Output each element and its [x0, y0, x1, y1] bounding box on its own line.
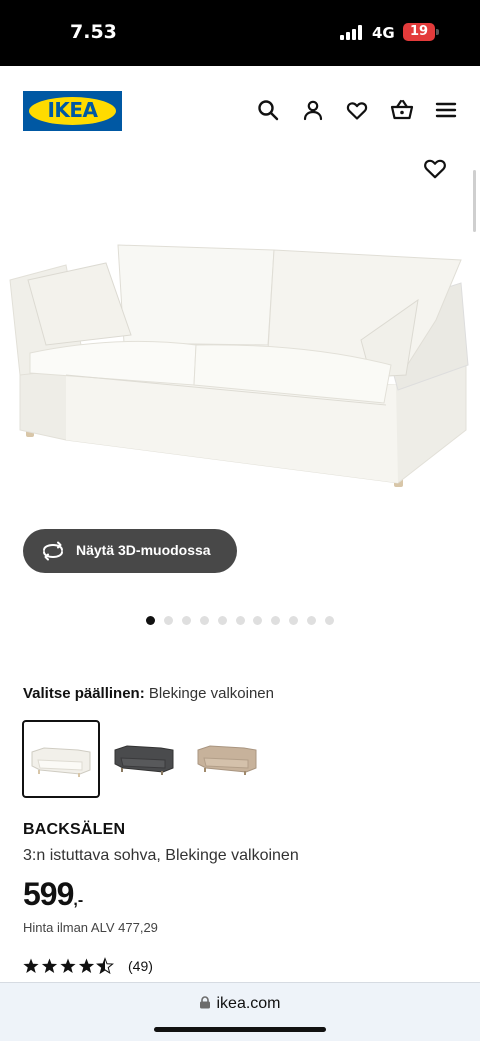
battery-icon: 19	[403, 23, 435, 41]
heart-icon[interactable]	[345, 98, 369, 122]
signal-icon	[340, 25, 364, 40]
price-value: 599	[23, 876, 74, 912]
product-image[interactable]	[6, 225, 474, 495]
view-3d-button[interactable]: Näytä 3D-muodossa	[23, 529, 237, 573]
search-icon[interactable]	[256, 98, 280, 122]
menu-icon[interactable]	[434, 98, 458, 122]
url-text: ikea.com	[216, 995, 281, 1012]
cover-swatch[interactable]	[107, 720, 185, 798]
price-excl-vat: Hinta ilman ALV 477,29	[23, 920, 158, 935]
browser-bar: ikea.com	[0, 982, 480, 1041]
price-suffix: ,-	[73, 892, 84, 909]
product-description: 3:n istuttava sohva, Blekinge valkoinen	[23, 847, 299, 864]
status-time: 7.53	[70, 21, 117, 43]
wishlist-heart-icon[interactable]	[422, 155, 448, 181]
gallery-dot[interactable]	[235, 616, 245, 625]
home-indicator[interactable]	[154, 1027, 326, 1032]
logo-text: IKEA	[47, 98, 98, 122]
battery-cap	[436, 29, 439, 35]
product-price: 599,-	[23, 876, 83, 913]
network-type: 4G	[372, 24, 395, 42]
gallery-dot[interactable]	[271, 616, 281, 625]
gallery-dot[interactable]	[217, 616, 227, 625]
cover-label: Valitse päällinen:	[23, 685, 145, 702]
rotate-3d-icon	[43, 541, 63, 561]
gallery-dot[interactable]	[181, 616, 191, 625]
review-count[interactable]: (49)	[128, 958, 153, 974]
cover-swatch[interactable]	[22, 720, 100, 798]
basket-icon[interactable]	[390, 98, 414, 122]
lock-icon	[200, 996, 211, 1009]
gallery-scrollbar[interactable]	[473, 170, 476, 232]
star-icon	[41, 958, 58, 973]
rating-stars	[23, 957, 114, 975]
star-icon	[78, 958, 95, 973]
gallery-dot[interactable]	[325, 616, 334, 625]
cover-swatch[interactable]	[190, 720, 268, 798]
gallery-dot[interactable]	[307, 616, 317, 625]
gallery-dot[interactable]	[253, 616, 263, 625]
account-icon[interactable]	[301, 98, 325, 122]
product-name[interactable]: BACKSÄLEN	[23, 821, 125, 839]
gallery-dot[interactable]	[289, 616, 299, 625]
ikea-logo[interactable]: IKEA	[23, 91, 122, 131]
cover-selection: Valitse päällinen: Blekinge valkoinen	[23, 685, 274, 702]
gallery-dot[interactable]	[163, 616, 173, 625]
gallery-dot[interactable]	[199, 616, 209, 625]
star-icon	[23, 958, 39, 973]
star-icon	[60, 958, 76, 973]
status-bar: 7.53 4G 19	[0, 0, 480, 66]
cover-value: Blekinge valkoinen	[148, 685, 274, 702]
gallery-dot[interactable]	[146, 616, 155, 625]
view-3d-label: Näytä 3D-muodossa	[76, 542, 211, 558]
url-bar[interactable]: ikea.com	[0, 995, 480, 1013]
